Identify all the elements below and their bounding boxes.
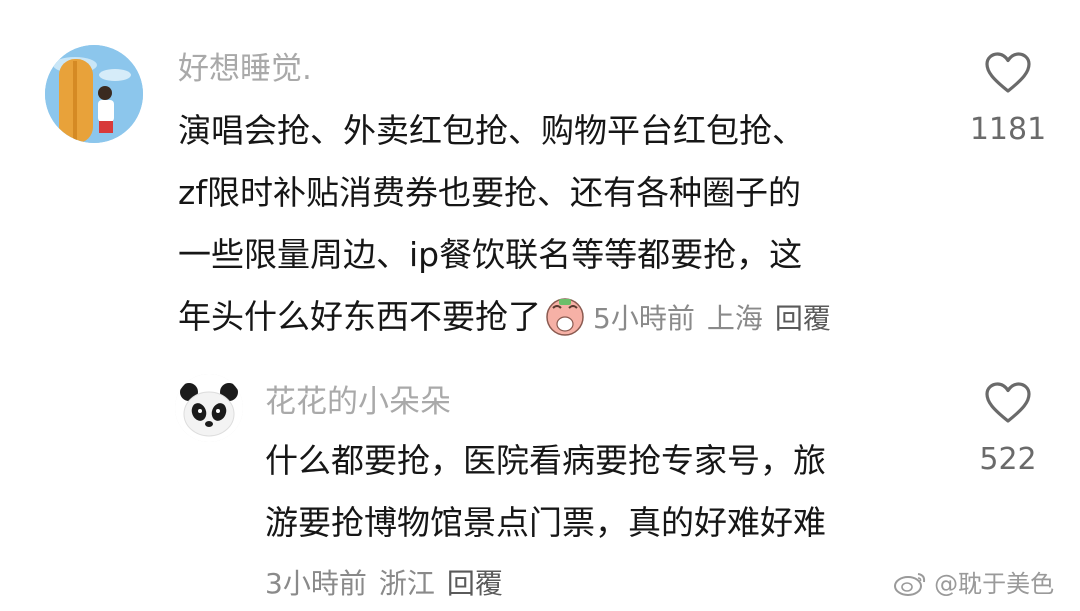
comment-2-time: 3小時前 — [265, 567, 367, 600]
comment-1-line-2: zf限时补贴消费券也要抢、还有各种圈子的 — [178, 173, 801, 212]
comment-1-time: 5小時前 — [593, 302, 695, 335]
comment-1-line-4: 年头什么好东西不要抢了 5小時前 上海 回覆 — [178, 286, 843, 348]
crying-face-emoji-icon — [543, 293, 587, 337]
avatar-user-1[interactable] — [45, 45, 143, 143]
watermark-text: @耽于美色 — [934, 570, 1055, 598]
comment-1-like-count: 1181 — [969, 112, 1047, 147]
comment-2-username[interactable]: 花花的小朵朵 — [265, 387, 451, 418]
heart-icon — [985, 52, 1031, 93]
comment-1-line-1: 演唱会抢、外卖红包抢、购物平台红包抢、 — [178, 111, 805, 150]
comment-2-like-button[interactable] — [985, 382, 1031, 428]
avatar-user-2[interactable] — [175, 374, 243, 442]
comment-1-line-4-text: 年头什么好东西不要抢了 — [178, 297, 541, 336]
comment-1-like-button[interactable] — [985, 52, 1031, 98]
comment-1-line-3: 一些限量周边、ip餐饮联名等等都要抢，这 — [178, 235, 803, 274]
comment-2-like-count: 522 — [979, 442, 1037, 477]
weibo-icon — [894, 573, 926, 596]
comment-1-meta: 5小時前 上海 回覆 — [593, 302, 843, 335]
heart-icon — [985, 382, 1031, 423]
comment-2-line-1: 什么都要抢，医院看病要抢专家号，旅 — [265, 441, 826, 480]
comment-2-body: 什么都要抢，医院看病要抢专家号，旅 游要抢博物馆景点门票，真的好难好难 — [265, 430, 826, 554]
comment-1-body: 演唱会抢、外卖红包抢、购物平台红包抢、 zf限时补贴消费券也要抢、还有各种圈子的… — [178, 100, 843, 348]
comment-1-username[interactable]: 好想睡觉. — [178, 54, 312, 85]
comment-2-meta: 3小時前 浙江 回覆 — [265, 570, 515, 598]
comment-2-line-2: 游要抢博物馆景点门票，真的好难好难 — [265, 503, 826, 542]
comment-1-reply-button[interactable]: 回覆 — [775, 302, 831, 335]
watermark: @耽于美色 — [893, 568, 1054, 598]
comment-1-location: 上海 — [706, 302, 763, 335]
comment-2-reply-button[interactable]: 回覆 — [447, 567, 503, 600]
comment-2-location: 浙江 — [378, 567, 435, 600]
